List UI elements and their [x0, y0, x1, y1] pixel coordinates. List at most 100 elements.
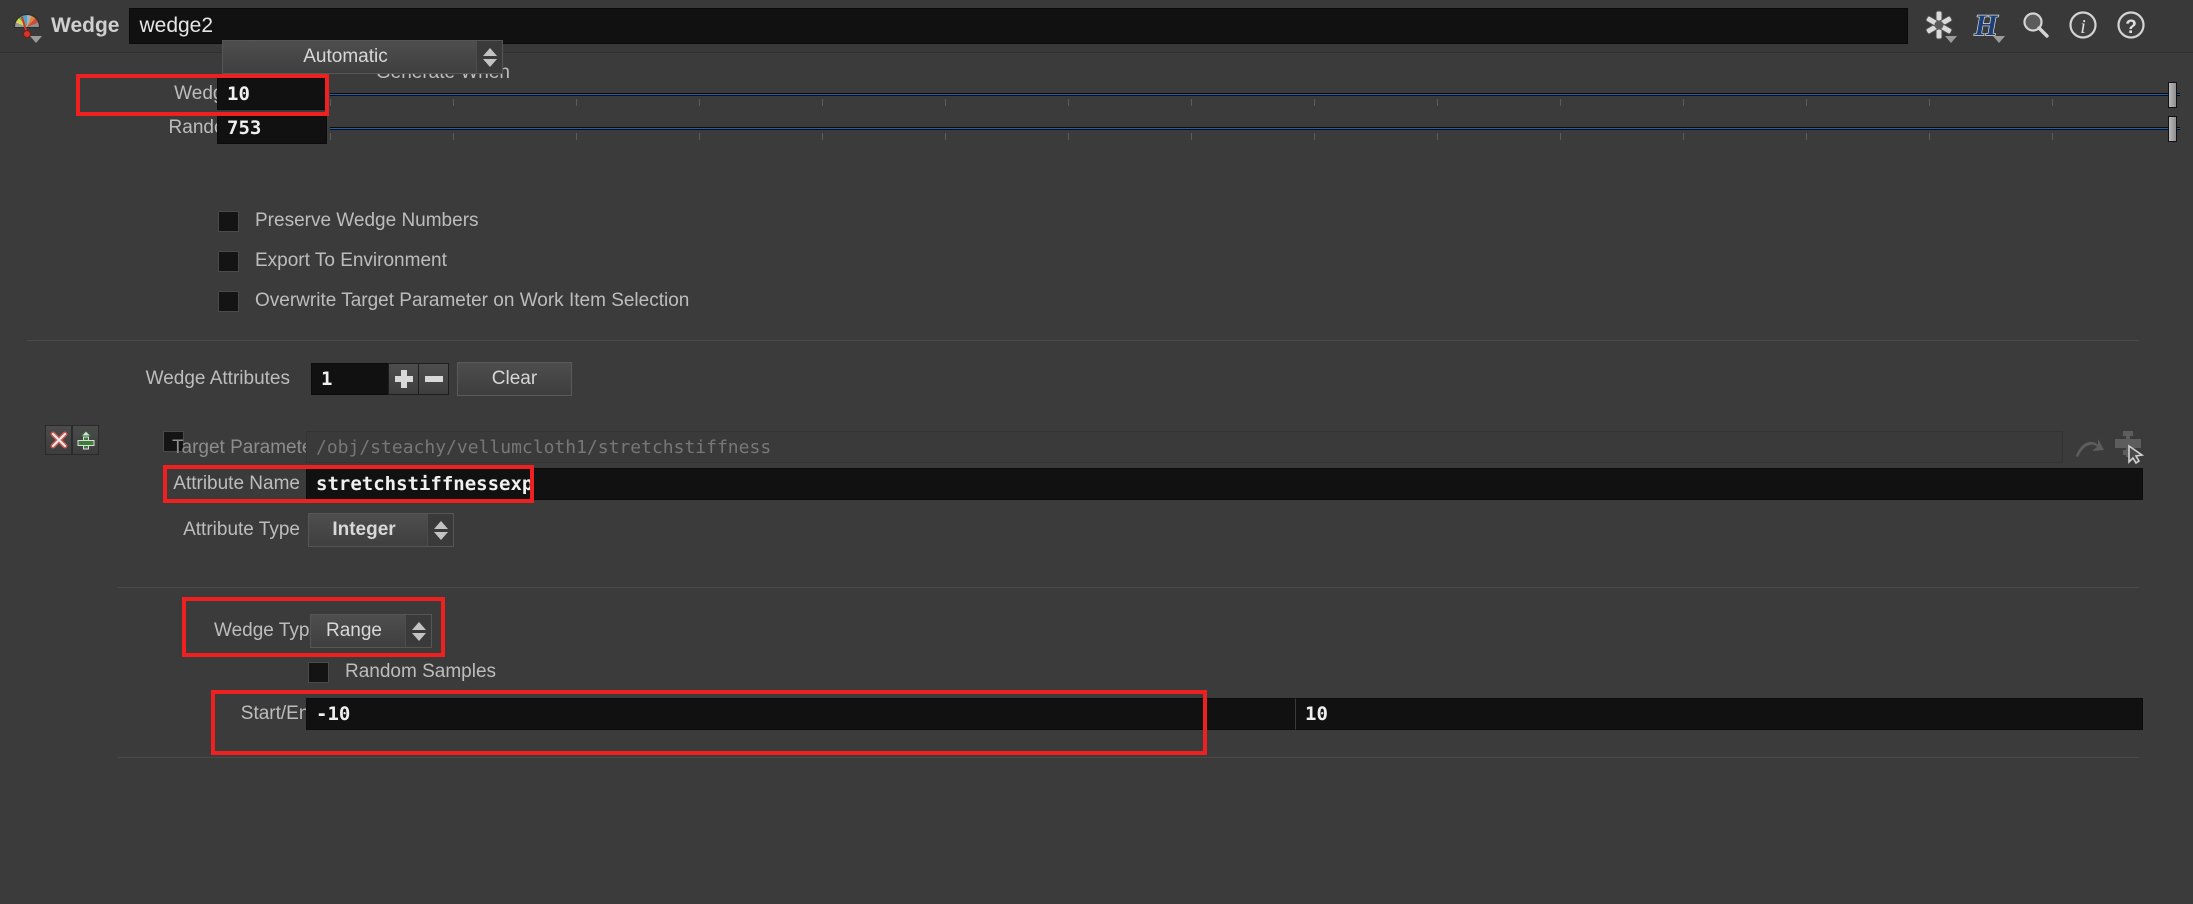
target-parameter-label: Target Parameter	[172, 437, 319, 458]
caret-down-icon	[433, 531, 448, 540]
chevron-down-icon	[1945, 36, 1958, 43]
section-separator-2	[118, 587, 2139, 588]
slider-tick	[1191, 99, 1192, 106]
slider-tick	[576, 99, 577, 106]
wedge-count-input[interactable]: 10	[217, 78, 327, 110]
slider-tick	[945, 133, 946, 140]
wedge-parameter-editor: Wedge wedge2 H i ? Automatic Wedge 10 Ra…	[0, 0, 2193, 904]
caret-up-icon	[411, 621, 426, 630]
houdini-h-icon[interactable]: H	[1970, 8, 2006, 44]
insert-instance-button[interactable]	[72, 425, 99, 455]
svg-text:i: i	[2081, 16, 2087, 38]
plus-icon	[394, 370, 413, 388]
help-icon[interactable]: ?	[2114, 8, 2148, 44]
wedge-type-value: Range	[326, 620, 382, 641]
wedge-attributes-label: Wedge Attributes	[145, 368, 290, 389]
attribute-name-value: stretchstiffnessexp	[316, 473, 534, 495]
preserve-wedge-numbers-checkbox[interactable]	[218, 210, 239, 232]
wedge-type-label: Wedge Type	[214, 620, 320, 641]
attribute-name-row: Attribute Name	[60, 468, 300, 500]
node-name-value: wedge2	[139, 14, 214, 37]
clear-wedge-attributes-button[interactable]: Clear	[457, 362, 572, 396]
wedge-type-dropdown[interactable]: Range	[310, 614, 432, 648]
slider-tick	[1806, 99, 1807, 106]
add-wedge-attribute-button[interactable]	[388, 363, 419, 395]
target-parameter-input[interactable]: /obj/steachy/vellumcloth1/stretchstiffne…	[306, 431, 2063, 463]
spinner-arrows[interactable]	[405, 615, 431, 647]
wedge-attributes-row: Wedge Attributes	[80, 363, 290, 395]
attribute-type-row: Attribute Type	[60, 514, 300, 546]
start-end-row: Start/End	[60, 698, 320, 730]
slider-tick	[1683, 99, 1684, 106]
spinner-arrows[interactable]	[476, 41, 502, 73]
remove-wedge-attribute-button[interactable]	[418, 363, 449, 395]
target-parameter-value: /obj/steachy/vellumcloth1/stretchstiffne…	[316, 436, 772, 458]
export-to-environment-row[interactable]: Export To Environment	[218, 247, 447, 275]
slider-tick	[576, 133, 577, 140]
attribute-type-dropdown[interactable]: Integer	[308, 513, 454, 547]
slider-tick	[1683, 133, 1684, 140]
close-icon	[50, 431, 67, 449]
wedge-count-slider[interactable]	[330, 78, 2180, 110]
wedge-node-icon	[12, 11, 42, 43]
random-samples-row[interactable]: Random Samples	[308, 658, 496, 686]
slider-handle[interactable]	[2168, 116, 2177, 142]
slider-track	[330, 93, 2180, 96]
export-to-environment-checkbox[interactable]	[218, 250, 239, 272]
preserve-wedge-numbers-label: Preserve Wedge Numbers	[255, 210, 479, 231]
delete-instance-button[interactable]	[45, 425, 72, 455]
attribute-type-label: Attribute Type	[183, 519, 300, 540]
overwrite-target-row[interactable]: Overwrite Target Parameter on Work Item …	[218, 287, 689, 315]
slider-tick	[699, 133, 700, 140]
plus-up-icon	[77, 430, 94, 450]
random-seed-slider[interactable]	[330, 112, 2180, 144]
slider-tick	[1560, 99, 1561, 106]
random-seed-input[interactable]: 753	[217, 112, 327, 144]
pick-parameter-icon[interactable]	[2110, 428, 2146, 465]
spinner-arrows[interactable]	[427, 514, 453, 546]
end-value-input[interactable]: 10	[1295, 698, 2143, 730]
search-icon[interactable]	[2018, 8, 2052, 44]
end-value: 10	[1305, 703, 1328, 725]
overwrite-target-label: Overwrite Target Parameter on Work Item …	[255, 290, 690, 311]
slider-tick	[1068, 133, 1069, 140]
jump-to-parameter-icon[interactable]	[2072, 430, 2106, 464]
slider-tick	[1560, 133, 1561, 140]
svg-text:?: ?	[2126, 17, 2138, 38]
section-separator-1	[27, 340, 2139, 341]
info-icon[interactable]: i	[2066, 8, 2100, 44]
minus-icon	[424, 370, 443, 388]
node-name-input[interactable]: wedge2	[129, 8, 1909, 44]
caret-up-icon	[433, 520, 448, 529]
slider-track	[330, 127, 2180, 130]
slider-tick	[1437, 99, 1438, 106]
titlebar-icon-group: H i ?	[1922, 8, 2148, 44]
slider-tick	[453, 133, 454, 140]
slider-tick	[330, 133, 331, 140]
slider-tick	[1191, 133, 1192, 140]
clear-button-label: Clear	[491, 368, 538, 389]
overwrite-target-checkbox[interactable]	[218, 290, 239, 312]
slider-handle[interactable]	[2168, 82, 2177, 108]
caret-down-icon	[411, 632, 426, 641]
wedge-count-value: 10	[227, 83, 250, 105]
attribute-type-value: Integer	[332, 519, 396, 540]
caret-down-icon	[482, 58, 497, 67]
slider-tick	[1929, 99, 1930, 106]
slider-tick	[822, 99, 823, 106]
slider-tick	[1314, 133, 1315, 140]
preserve-wedge-numbers-row[interactable]: Preserve Wedge Numbers	[218, 207, 479, 235]
chevron-down-icon	[1993, 36, 2006, 43]
slider-tick	[822, 133, 823, 140]
attribute-name-label: Attribute Name	[173, 473, 300, 494]
generate-when-dropdown[interactable]: Automatic	[222, 40, 503, 74]
slider-tick	[1806, 133, 1807, 140]
attribute-name-input[interactable]: stretchstiffnessexp	[306, 468, 2143, 500]
target-parameter-label-row: Target Parameter	[170, 432, 319, 464]
gear-icon[interactable]	[1922, 8, 1958, 44]
random-samples-checkbox[interactable]	[308, 661, 329, 683]
wedge-type-label-row: Wedge Type	[80, 615, 320, 647]
slider-tick	[1068, 99, 1069, 106]
start-value-input[interactable]: -10	[306, 698, 1295, 730]
slider-tick	[330, 99, 331, 106]
